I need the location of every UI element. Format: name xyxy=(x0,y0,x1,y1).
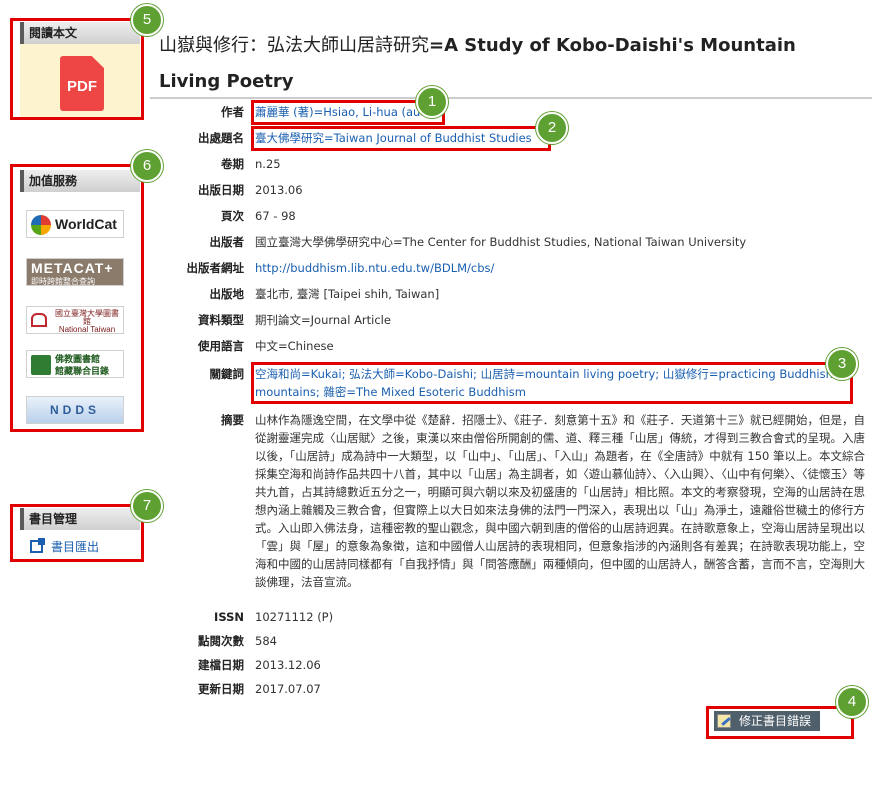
badge-1: 1 xyxy=(416,86,448,118)
field-doc-type: 資料類型 期刊論文=Journal Article xyxy=(198,313,391,327)
field-pub-date: 出版日期 2013.06 xyxy=(198,183,303,197)
record-title: 山嶽與修行：弘法大師山居詩研究=A Study of Kobo-Daishi's… xyxy=(159,28,859,100)
field-volume: 卷期 n.25 xyxy=(221,157,281,171)
field-language: 使用語言 中文=Chinese xyxy=(198,339,334,353)
field-created: 建檔日期 2013.12.06 xyxy=(198,658,321,672)
highlight-keywords xyxy=(251,362,853,404)
highlight-services-panel xyxy=(10,164,144,432)
badge-6: 6 xyxy=(131,150,163,182)
badge-5: 5 xyxy=(131,4,163,36)
field-updated: 更新日期 2017.07.07 xyxy=(198,682,321,696)
highlight-fix-button xyxy=(706,706,854,739)
title-divider xyxy=(150,97,872,99)
abstract-text: 山林作為隱逸空間，在文學中從《楚辭．招隱士》、《莊子．刻意第十五》和《莊子．天道… xyxy=(255,413,866,589)
field-publisher: 出版者 國立臺灣大學佛學研究中心=The Center for Buddhist… xyxy=(209,235,747,249)
publisher-url-link[interactable]: http://buddhism.lib.ntu.edu.tw/BDLM/cbs/ xyxy=(255,261,494,275)
highlight-read-panel xyxy=(10,18,144,120)
field-views: 點閱次數 584 xyxy=(198,634,277,648)
badge-4: 4 xyxy=(836,686,868,718)
badge-2: 2 xyxy=(536,112,568,144)
title-zh: 山嶽與修行：弘法大師山居詩研究 xyxy=(159,35,429,56)
badge-7: 7 xyxy=(131,490,163,522)
field-publisher-url: 出版者網址 http://buddhism.lib.ntu.edu.tw/BDL… xyxy=(186,261,495,275)
field-issn: ISSN 10271112 (P) xyxy=(214,610,334,624)
highlight-source xyxy=(251,126,551,151)
highlight-bib-panel xyxy=(10,504,144,562)
badge-3: 3 xyxy=(826,348,858,380)
field-place: 出版地 臺北市, 臺灣 [Taipei shih, Taiwan] xyxy=(209,287,440,301)
field-abstract: 摘要 山林作為隱逸空間，在文學中從《楚辭．招隱士》、《莊子．刻意第十五》和《莊子… xyxy=(221,413,866,589)
field-pages: 頁次 67 - 98 xyxy=(221,209,296,223)
